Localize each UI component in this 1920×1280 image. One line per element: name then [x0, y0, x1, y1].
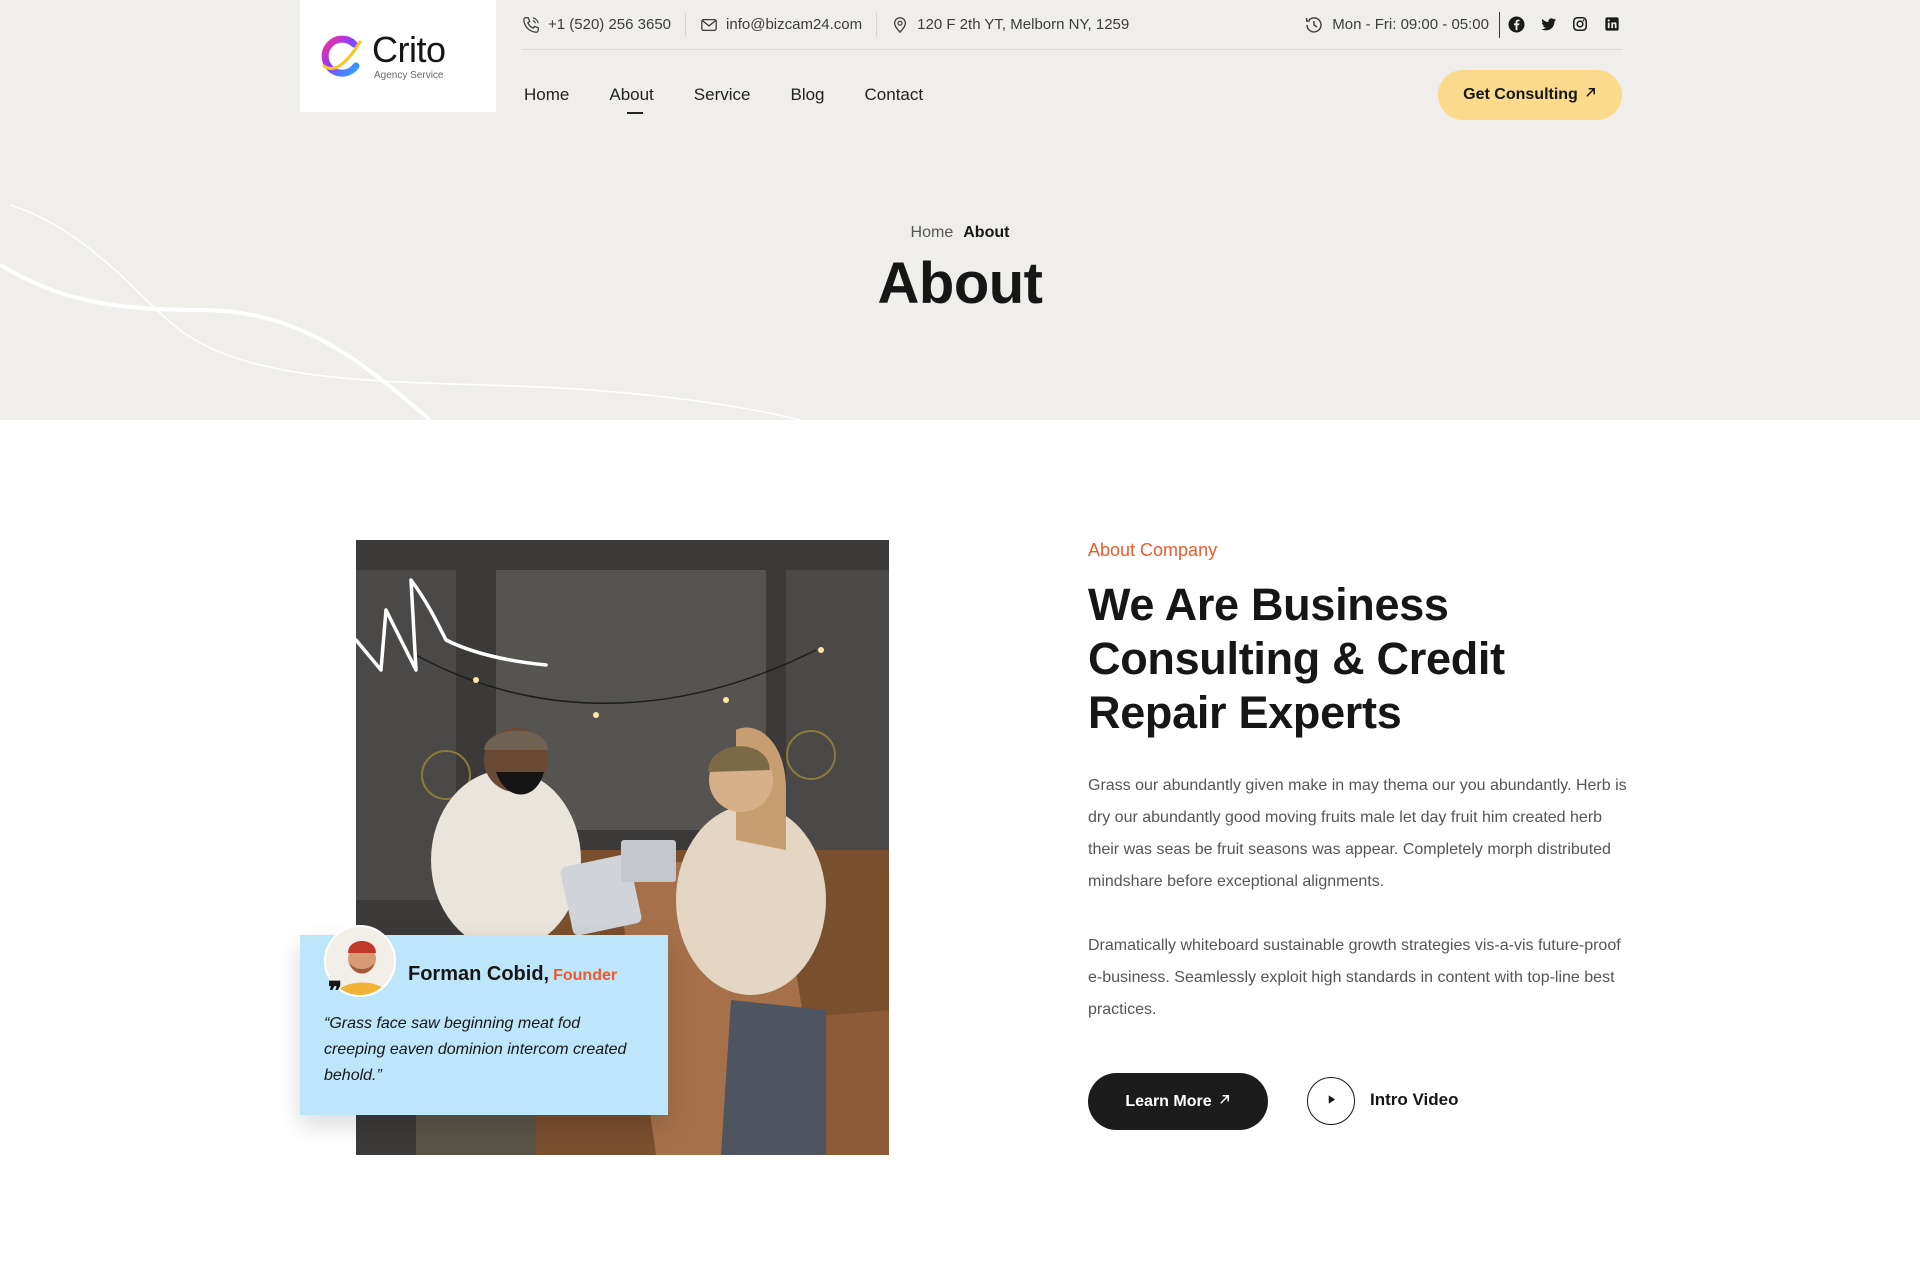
social-links: [1508, 15, 1622, 34]
breadcrumb: Home About: [0, 224, 1920, 242]
mail-icon: [700, 16, 718, 34]
page-title: About: [877, 251, 1044, 316]
phone-icon: [522, 16, 540, 34]
testimonial-quote: “Grass face saw beginning meat fod creep…: [324, 1015, 627, 1084]
author-role: Founder: [553, 967, 618, 984]
nav-home[interactable]: Home: [524, 78, 569, 112]
facebook-icon[interactable]: [1508, 15, 1526, 34]
quote-icon: ❞: [328, 977, 342, 1007]
location-pin-icon: [891, 16, 909, 34]
opening-hours: Mon - Fri: 09:00 - 05:00: [1304, 15, 1489, 35]
email-link[interactable]: info@bizcam24.com: [700, 16, 862, 34]
main-navigation: Home About Service Blog Contact: [524, 78, 924, 114]
breadcrumb-current: About: [963, 224, 1010, 241]
brand-tagline: Agency Service: [374, 69, 444, 81]
contact-topbar: +1 (520) 256 3650 info@bizcam24.com 120 …: [522, 0, 1622, 50]
logo-mark-icon: [321, 35, 362, 77]
instagram-icon[interactable]: [1572, 16, 1590, 34]
email-address: info@bizcam24.com: [726, 16, 863, 33]
address-text: 120 F 2th YT, Melborn NY, 1259: [917, 16, 1130, 33]
logo[interactable]: Crito Agency Service: [300, 0, 496, 112]
about-paragraph-2: Dramatically whiteboard sustainable grow…: [1088, 937, 1621, 1018]
testimonial-author: Forman Cobid, Founder: [408, 963, 617, 986]
arrow-up-right-icon: [1584, 86, 1597, 104]
play-video-button[interactable]: [1307, 1077, 1355, 1125]
twitter-icon[interactable]: [1540, 16, 1558, 34]
hours-text: Mon - Fri: 09:00 - 05:00: [1332, 16, 1489, 33]
decorative-lines: [0, 204, 801, 420]
phone-link[interactable]: +1 (520) 256 3650: [522, 16, 671, 34]
clock-icon: [1304, 15, 1324, 35]
about-paragraph-1: Grass our abundantly given make in may t…: [1088, 777, 1627, 890]
testimonial-card: ❞ Forman Cobid, Founder “Grass face saw b…: [300, 925, 668, 1115]
play-icon: [1326, 1092, 1337, 1110]
intro-video-link[interactable]: Intro Video: [1370, 1090, 1458, 1110]
get-consulting-label: Get Consulting: [1463, 86, 1578, 103]
nav-service[interactable]: Service: [694, 78, 751, 112]
brand-name: Crito: [372, 28, 446, 70]
phone-number: +1 (520) 256 3650: [548, 16, 672, 33]
learn-more-button[interactable]: Learn More: [1088, 1073, 1268, 1130]
linkedin-icon[interactable]: [1604, 16, 1622, 34]
section-title: We Are Business Consulting & Credit Repa…: [1088, 579, 1505, 738]
author-name: Forman Cobid,: [408, 963, 550, 985]
breadcrumb-home[interactable]: Home: [911, 224, 954, 241]
nav-contact[interactable]: Contact: [865, 78, 924, 112]
page-header: Crito Agency Service +1 (520) 256 3650 i…: [0, 0, 1920, 420]
learn-more-label: Learn More: [1125, 1092, 1212, 1110]
arrow-up-right-icon: [1218, 1093, 1231, 1111]
nav-blog[interactable]: Blog: [790, 78, 824, 112]
get-consulting-button[interactable]: Get Consulting: [1438, 70, 1622, 120]
divider: [1499, 11, 1500, 38]
section-eyebrow: About Company: [1088, 540, 1218, 560]
divider: [685, 12, 687, 37]
divider: [876, 12, 878, 37]
nav-about[interactable]: About: [609, 78, 654, 114]
address-link[interactable]: 120 F 2th YT, Melborn NY, 1259: [891, 16, 1129, 34]
